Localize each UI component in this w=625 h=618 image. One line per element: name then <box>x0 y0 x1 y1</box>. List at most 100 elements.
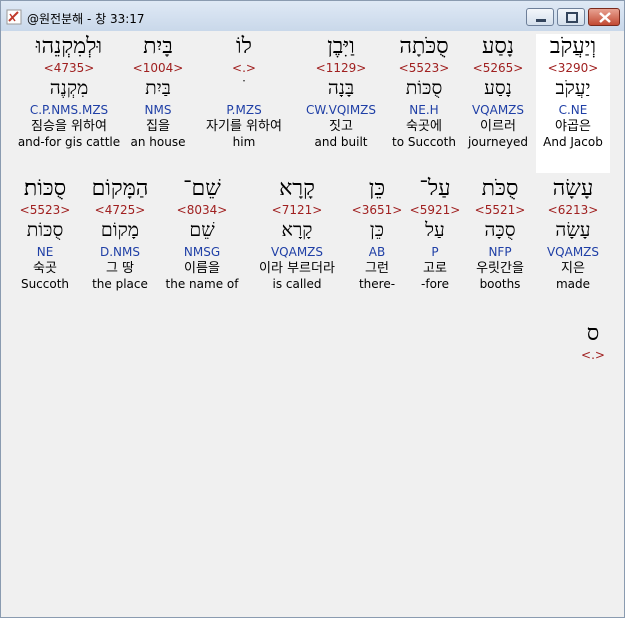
word-cell[interactable]: ס <.> <box>573 321 613 363</box>
korean-gloss: 고로 <box>423 261 447 276</box>
maximize-icon <box>566 12 578 23</box>
word-cell[interactable]: סֻכֹּתָה <5523> סֻכּוֹת NE.H 숙곳에 to Succ… <box>387 34 461 150</box>
hebrew-word: נָסַע <box>481 34 515 59</box>
parsing-code: C.NE <box>558 103 588 117</box>
strong-number[interactable]: <5521> <box>467 202 533 218</box>
hebrew-word: עַל־ <box>419 176 451 201</box>
word-cell[interactable]: כֵּן <3651> כֵּן AB 그런 there- <box>351 176 403 292</box>
app-icon[interactable] <box>6 9 22 25</box>
hebrew-word: סֻכּוֹת׃ <box>23 176 67 201</box>
hebrew-lemma: כֵּן <box>369 219 385 241</box>
word-cell[interactable]: סֻכֹּת <5521> סֻכָּה NFP 우릿간을 booths <box>467 176 533 292</box>
hebrew-lemma: בַּיִת <box>145 77 171 99</box>
parsing-code: NFP <box>488 245 512 259</box>
hebrew-lemma: עָשָׂה <box>555 219 591 241</box>
strong-number[interactable]: <4735> <box>15 60 123 76</box>
parsing-code: P.MZS <box>226 103 262 117</box>
minimize-icon <box>536 19 546 22</box>
word-cell[interactable]: שֵׁם־ <8034> שֵׁם NMSG 이름을 the name of <box>161 176 243 292</box>
korean-gloss: 야곱은 <box>555 119 591 134</box>
hebrew-word: בָּיִת <box>143 34 173 59</box>
english-gloss: and-for gis cattle <box>17 135 121 149</box>
strong-number[interactable]: <8034> <box>161 202 243 218</box>
hebrew-word: כֵּן <box>368 176 386 201</box>
hebrew-word: עָשָׂה <box>552 176 594 201</box>
parsing-code: NMSG <box>183 245 221 259</box>
strong-number[interactable]: <1004> <box>127 60 189 76</box>
strong-number[interactable]: <3290> <box>536 60 610 76</box>
english-gloss: -fore <box>421 277 449 291</box>
word-cell[interactable]: וּלְמִקְנֵהוּ <4735> מִקְנֶה C.P.NMS.MZS… <box>15 34 123 150</box>
word-cell[interactable]: סֻכּוֹת׃ <5523> סֻכּוֹת NE 숙곳 Succoth <box>11 176 79 292</box>
word-cell[interactable]: קָרָא <7121> קָרָא VQAMZS 이라 부르더라 is cal… <box>247 176 347 292</box>
english-gloss: And Jacob <box>543 135 603 149</box>
english-gloss: booths <box>479 277 521 291</box>
word-cell[interactable]: עַל־ <5921> עַל P 고로 -fore <box>407 176 463 292</box>
korean-gloss: 지은 <box>561 261 585 276</box>
strong-number[interactable]: <5523> <box>11 202 79 218</box>
hebrew-lemma: עַל <box>425 219 445 241</box>
close-icon <box>599 12 611 23</box>
strong-number[interactable]: <6213> <box>537 202 609 218</box>
hebrew-lemma: שֵׁם <box>189 219 215 241</box>
english-gloss: journeyed <box>467 135 529 149</box>
english-gloss: the place <box>92 277 148 291</box>
word-cell[interactable]: וַיִּבֶן <1129> בָּנָה CW.VQIMZS 짓고 and … <box>299 34 383 150</box>
strong-number[interactable]: <7121> <box>247 202 347 218</box>
parsing-code: VQAMZS <box>546 245 600 259</box>
word-cell[interactable]: נָסַע <5265> נָסַע VQAMZS 이르러 journeyed <box>465 34 531 150</box>
parsing-code: CW.VQIMZS <box>305 103 377 117</box>
strong-number[interactable]: <3651> <box>351 202 403 218</box>
hebrew-word: וַיִּבֶן <box>327 34 355 59</box>
strong-number[interactable]: <.> <box>573 347 613 363</box>
strong-number[interactable]: <.> <box>193 60 295 76</box>
korean-gloss: 숙곳 <box>33 261 57 276</box>
strong-number[interactable]: <5523> <box>387 60 461 76</box>
parsing-code: D.NMS <box>99 245 140 259</box>
korean-gloss: 이르러 <box>480 119 516 134</box>
english-gloss: there- <box>358 277 396 291</box>
hebrew-lemma: יַעֲקֹב <box>555 77 591 99</box>
korean-gloss: 숙곳에 <box>406 119 442 134</box>
strong-number[interactable]: <5921> <box>407 202 463 218</box>
hebrew-lemma: סֻכּוֹת <box>405 77 443 99</box>
parsing-code: NMS <box>144 103 172 117</box>
word-cell[interactable]: בָּיִת <1004> בַּיִת NMS 집을 an house <box>127 34 189 150</box>
strong-number[interactable]: <1129> <box>299 60 383 76</box>
title-bar[interactable]: @원전분해 - 창 33:17 <box>1 1 624 31</box>
hebrew-word: סֻכֹּתָה <box>399 34 449 59</box>
english-gloss: an house <box>130 135 186 149</box>
hebrew-word: לוֹ <box>236 34 252 59</box>
hebrew-lemma: נָסַע <box>484 77 512 99</box>
maximize-button[interactable] <box>557 8 585 26</box>
korean-gloss: 이라 부르더라 <box>259 261 335 276</box>
english-gloss: and built <box>314 135 368 149</box>
word-cell[interactable]: וְיַעֲקֹב <3290> יַעֲקֹב C.NE 야곱은 And Ja… <box>536 34 610 173</box>
english-gloss: the name of <box>165 277 239 291</box>
close-button[interactable] <box>588 8 620 26</box>
hebrew-word: סֻכֹּת <box>481 176 519 201</box>
interlinear-panel[interactable]: וְיַעֲקֹב <3290> יַעֲקֹב C.NE 야곱은 And Ja… <box>7 31 619 611</box>
hebrew-lemma: סֻכָּה <box>484 219 516 241</box>
word-cell[interactable]: לוֹ <.> ׁ P.MZS 자기를 위하여 him <box>193 34 295 150</box>
word-cell[interactable]: הַמָּקוֹם <4725> מָקוֹם D.NMS 그 땅 the pl… <box>83 176 157 292</box>
hebrew-word: ס <box>586 321 600 346</box>
korean-gloss: 그 땅 <box>105 261 135 276</box>
hebrew-lemma: בָּנָה <box>327 77 355 99</box>
parsing-code: AB <box>368 245 386 259</box>
word-cell[interactable]: עָשָׂה <6213> עָשָׂה VQAMZS 지은 made <box>537 176 609 292</box>
parsing-code: P <box>431 245 439 259</box>
hebrew-lemma: מָקוֹם <box>100 219 140 241</box>
parsing-code: NE <box>36 245 54 259</box>
hebrew-lemma: ׁ <box>193 76 295 100</box>
korean-gloss: 집을 <box>146 119 170 134</box>
window-title: @원전분해 - 창 33:17 <box>27 12 145 26</box>
hebrew-lemma: סֻכּוֹת <box>26 219 64 241</box>
strong-number[interactable]: <4725> <box>83 202 157 218</box>
hebrew-word: הַמָּקוֹם <box>91 176 149 201</box>
parsing-code: VQAMZS <box>471 103 525 117</box>
minimize-button[interactable] <box>526 8 554 26</box>
strong-number[interactable]: <5265> <box>465 60 531 76</box>
korean-gloss: 짓고 <box>329 119 353 134</box>
app-window: @원전분해 - 창 33:17 וְיַעֲקֹב <3290> יַעֲקֹב… <box>0 0 625 618</box>
